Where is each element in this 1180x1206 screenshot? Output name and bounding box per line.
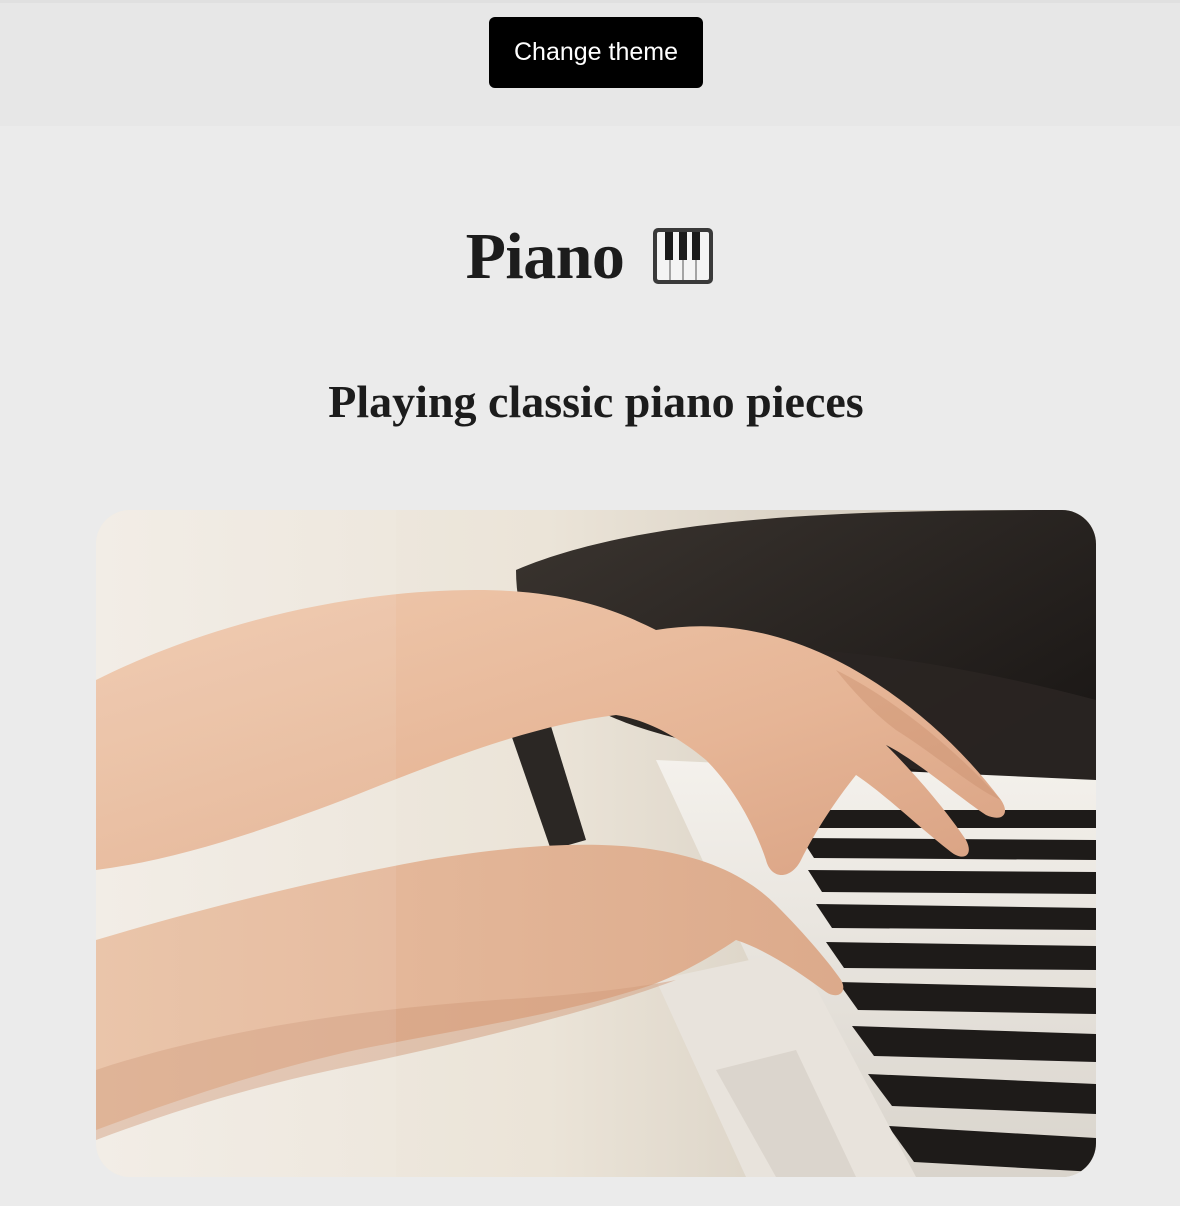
- page-title-text: Piano: [465, 219, 625, 293]
- top-bar: Change theme: [0, 0, 1180, 126]
- page-title: Piano: [0, 212, 1180, 296]
- piano-keys-icon: [652, 225, 714, 284]
- hands-playing-piano-photo: [96, 510, 1096, 1177]
- change-theme-button[interactable]: Change theme: [489, 17, 703, 88]
- page-subtitle: Playing classic piano pieces: [328, 376, 864, 427]
